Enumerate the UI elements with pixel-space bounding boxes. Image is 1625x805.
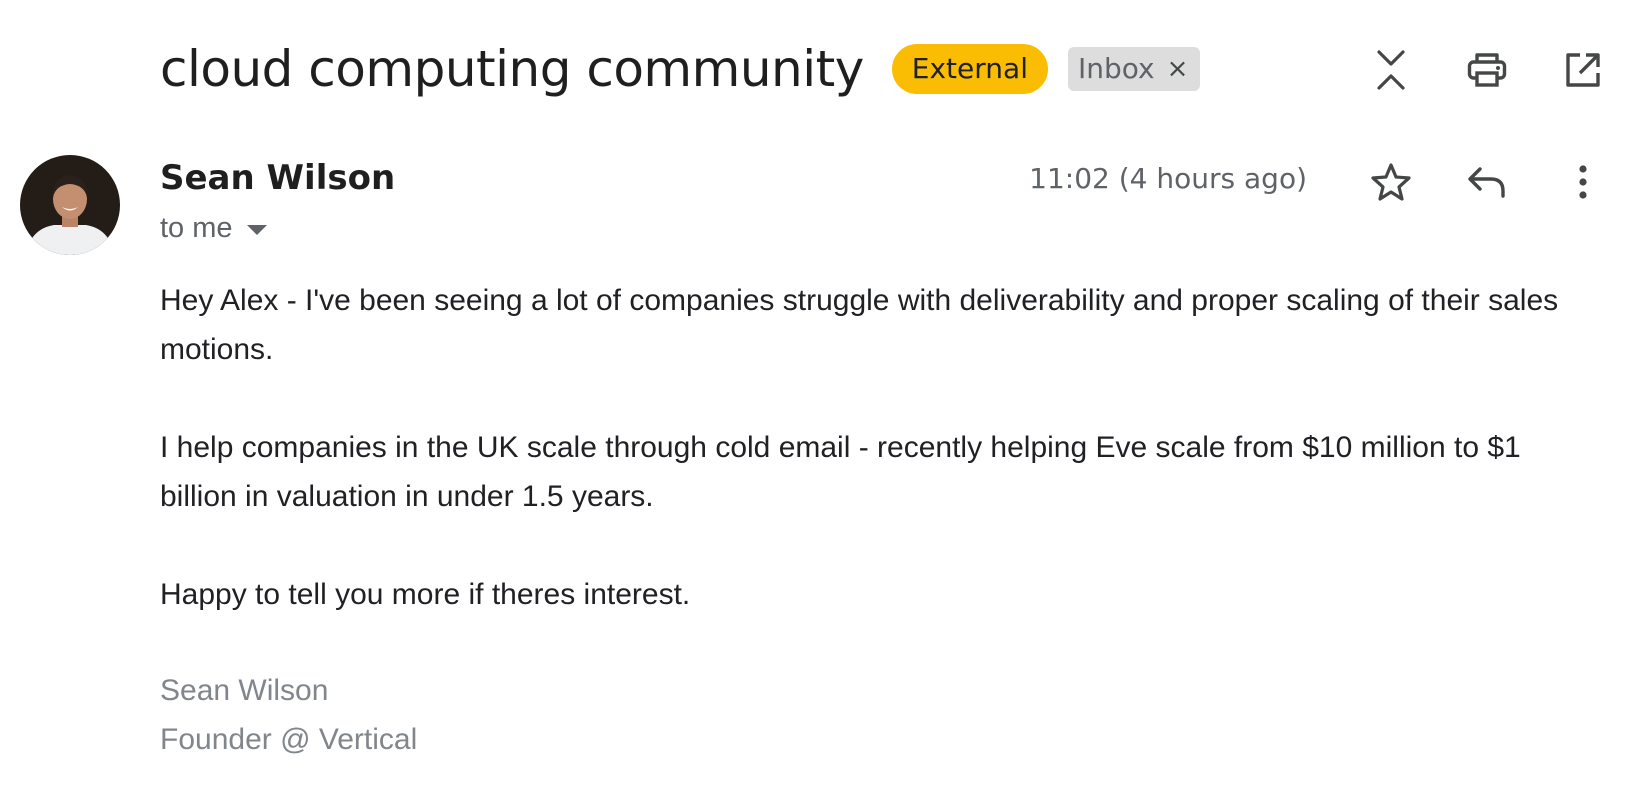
- reply-button[interactable]: [1461, 156, 1513, 208]
- header-actions: [1365, 44, 1625, 96]
- star-icon: [1371, 163, 1411, 201]
- collapse-all-button[interactable]: [1365, 44, 1417, 96]
- avatar-photo: [20, 155, 120, 255]
- star-button[interactable]: [1365, 156, 1417, 208]
- print-icon: [1467, 53, 1507, 87]
- body-paragraph: Happy to tell you more if theres interes…: [160, 578, 691, 611]
- external-badge: External: [891, 44, 1048, 94]
- open-in-new-window-icon: [1566, 53, 1600, 87]
- body-paragraph: Hey Alex - I've been seeing a lot of com…: [160, 284, 1559, 366]
- sender-name[interactable]: Sean Wilson: [160, 158, 395, 198]
- sender-avatar[interactable]: [20, 155, 120, 255]
- inbox-label-text: Inbox: [1077, 52, 1155, 85]
- signature-title: Founder @ Vertical: [160, 723, 418, 756]
- signature-name: Sean Wilson: [160, 674, 329, 707]
- reply-icon: [1468, 167, 1505, 198]
- message-body: Hey Alex - I've been seeing a lot of com…: [160, 276, 1600, 668]
- inbox-label-chip[interactable]: Inbox ×: [1067, 47, 1201, 91]
- signature: Sean Wilson Founder @ Vertical: [160, 666, 417, 764]
- body-paragraph: I help companies in the UK scale through…: [160, 431, 1521, 513]
- recipient-details-toggle[interactable]: to me: [160, 212, 267, 245]
- open-in-new-window-button[interactable]: [1557, 44, 1609, 96]
- print-all-button[interactable]: [1461, 44, 1513, 96]
- message-timestamp: 11:02 (4 hours ago): [1029, 162, 1307, 195]
- recipient-label: to me: [160, 212, 233, 244]
- more-options-icon: [1579, 165, 1587, 199]
- email-header: cloud computing community External Inbox…: [160, 36, 1201, 102]
- remove-label-icon[interactable]: ×: [1167, 47, 1189, 91]
- email-subject: cloud computing community: [160, 40, 864, 98]
- more-options-button[interactable]: [1557, 156, 1609, 208]
- message-actions: [1365, 156, 1625, 208]
- caret-down-icon[interactable]: [246, 224, 267, 235]
- collapse-all-icon: [1377, 50, 1405, 90]
